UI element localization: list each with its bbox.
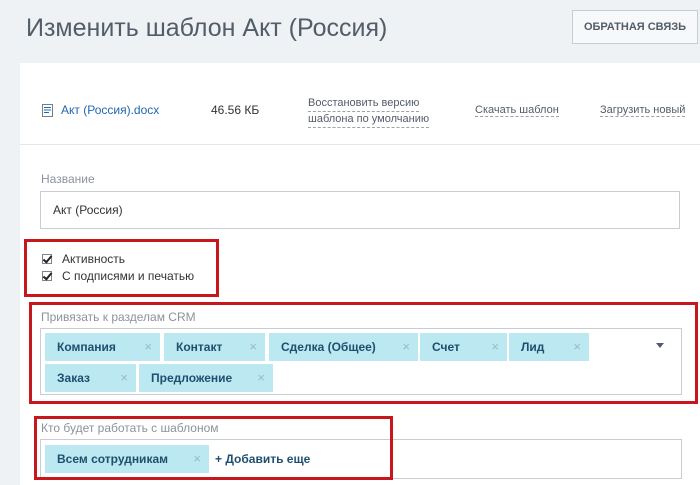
crm-tag-offer: Предложение × bbox=[139, 364, 273, 392]
page-title: Изменить шаблон Акт (Россия) bbox=[26, 14, 388, 42]
restore-default-link[interactable]: Восстановить версию шаблона по умолчанию bbox=[308, 96, 430, 128]
signature-checkbox[interactable] bbox=[42, 271, 52, 281]
remove-tag-icon[interactable]: × bbox=[491, 333, 499, 361]
crm-tag-deal: Сделка (Общее) × bbox=[269, 333, 418, 361]
crm-tag-lead: Лид × bbox=[509, 333, 589, 361]
file-name-link[interactable]: Акт (Россия).docx bbox=[61, 103, 159, 117]
name-field-label: Название bbox=[41, 172, 95, 186]
word-document-icon bbox=[42, 104, 53, 117]
remove-tag-icon[interactable]: × bbox=[402, 333, 410, 361]
upload-new-link[interactable]: Загрузить новый bbox=[600, 104, 686, 117]
crm-tag-label: Предложение bbox=[151, 371, 233, 385]
name-input[interactable] bbox=[40, 191, 680, 229]
signature-checkbox-label: С подписями и печатью bbox=[62, 269, 195, 283]
crm-tag-label: Сделка (Общее) bbox=[281, 340, 376, 354]
file-size: 46.56 КБ bbox=[211, 103, 260, 117]
feedback-button[interactable]: ОБРАТНАЯ СВЯЗЬ bbox=[572, 10, 698, 44]
remove-tag-icon[interactable]: × bbox=[120, 364, 128, 392]
remove-tag-icon[interactable]: × bbox=[257, 364, 265, 392]
restore-link-line1: Восстановить версию bbox=[308, 96, 420, 112]
download-template-link[interactable]: Скачать шаблон bbox=[475, 104, 559, 117]
file-row: Акт (Россия).docx 46.56 КБ Восстановить … bbox=[20, 63, 700, 145]
crm-tag-company: Компания × bbox=[45, 333, 160, 361]
signature-checkbox-row[interactable]: С подписями и печатью bbox=[42, 269, 194, 283]
remove-tag-icon[interactable]: × bbox=[249, 333, 257, 361]
crm-tag-label: Контакт bbox=[176, 340, 223, 354]
crm-tag-label: Счет bbox=[432, 340, 460, 354]
add-more-link[interactable]: + Добавить еще bbox=[215, 452, 310, 466]
remove-tag-icon[interactable]: × bbox=[144, 333, 152, 361]
crm-tag-label: Компания bbox=[57, 340, 116, 354]
crm-tag-label: Заказ bbox=[57, 371, 90, 385]
template-edit-card: Акт (Россия).docx 46.56 КБ Восстановить … bbox=[20, 63, 700, 485]
crm-tag-contact: Контакт × bbox=[164, 333, 265, 361]
user-tag-all-employees: Всем сотрудникам × bbox=[45, 445, 209, 473]
crm-tag-label: Лид bbox=[521, 340, 545, 354]
user-tag-label: Всем сотрудникам bbox=[57, 452, 168, 466]
crm-tag-order: Заказ × bbox=[45, 364, 136, 392]
active-checkbox-row[interactable]: Активность bbox=[42, 252, 125, 266]
dropdown-arrow-icon[interactable] bbox=[656, 343, 664, 348]
remove-tag-icon[interactable]: × bbox=[193, 445, 201, 473]
remove-tag-icon[interactable]: × bbox=[573, 333, 581, 361]
crm-sections-label: Привязать к разделам CRM bbox=[41, 310, 196, 324]
crm-tag-invoice: Счет × bbox=[420, 333, 507, 361]
active-checkbox-label: Активность bbox=[62, 252, 126, 266]
active-checkbox[interactable] bbox=[42, 254, 52, 264]
users-field-label: Кто будет работать с шаблоном bbox=[41, 421, 219, 435]
restore-link-line2: шаблона по умолчанию bbox=[308, 112, 430, 128]
